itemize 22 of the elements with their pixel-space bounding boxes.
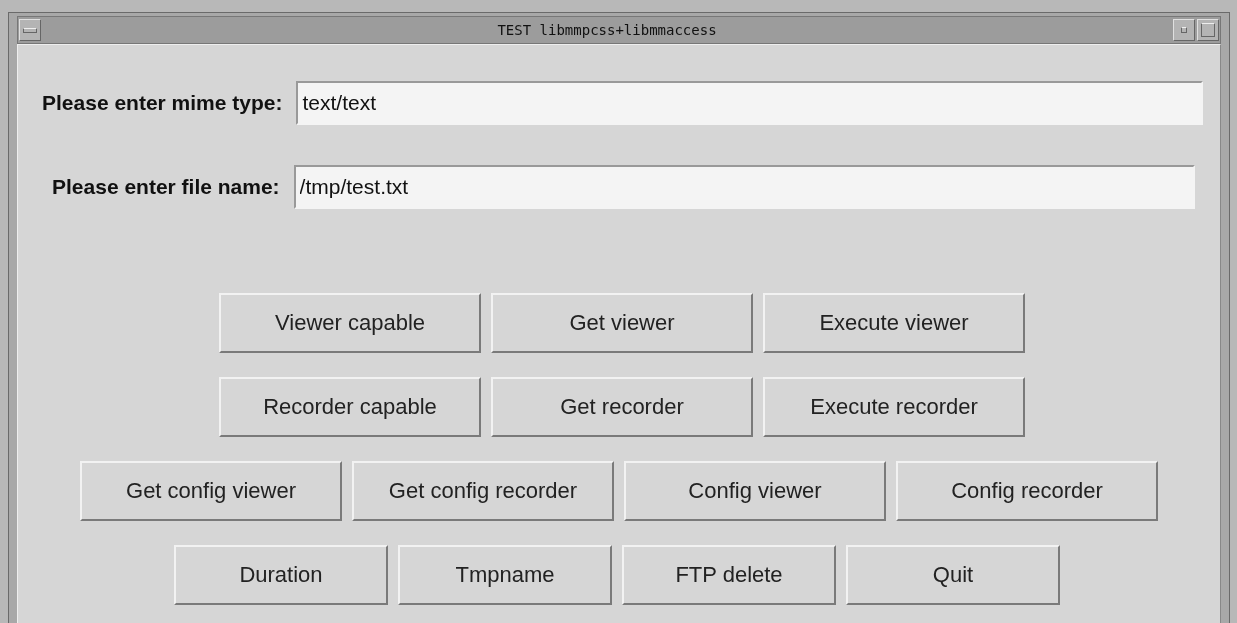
action-button[interactable]: Execute viewer xyxy=(763,293,1025,353)
action-button[interactable]: Get config recorder xyxy=(352,461,614,521)
action-button[interactable]: Config recorder xyxy=(896,461,1158,521)
action-button[interactable]: FTP delete xyxy=(622,545,836,605)
input-field[interactable]: /tmp/test.txt xyxy=(293,165,1195,209)
window-menu-button[interactable] xyxy=(19,19,41,41)
action-button[interactable]: Execute recorder xyxy=(763,377,1025,437)
action-button[interactable]: Config viewer xyxy=(624,461,886,521)
input-field[interactable]: text/text xyxy=(296,81,1203,125)
maximize-button[interactable] xyxy=(1197,19,1219,41)
minimize-button[interactable] xyxy=(1173,19,1195,41)
field-label: Please enter file name: xyxy=(52,175,280,199)
action-button[interactable]: Quit xyxy=(846,545,1060,605)
action-button[interactable]: Recorder capable xyxy=(219,377,481,437)
action-button[interactable]: Get viewer xyxy=(491,293,753,353)
action-button[interactable]: Get recorder xyxy=(491,377,753,437)
action-button[interactable]: Viewer capable xyxy=(219,293,481,353)
window-title: TEST libmmpcss+libmmaccess xyxy=(496,22,718,38)
field-label: Please enter mime type: xyxy=(42,91,283,115)
action-button[interactable]: Duration xyxy=(174,545,388,605)
action-button[interactable]: Get config viewer xyxy=(80,461,342,521)
action-button[interactable]: Tmpname xyxy=(398,545,612,605)
